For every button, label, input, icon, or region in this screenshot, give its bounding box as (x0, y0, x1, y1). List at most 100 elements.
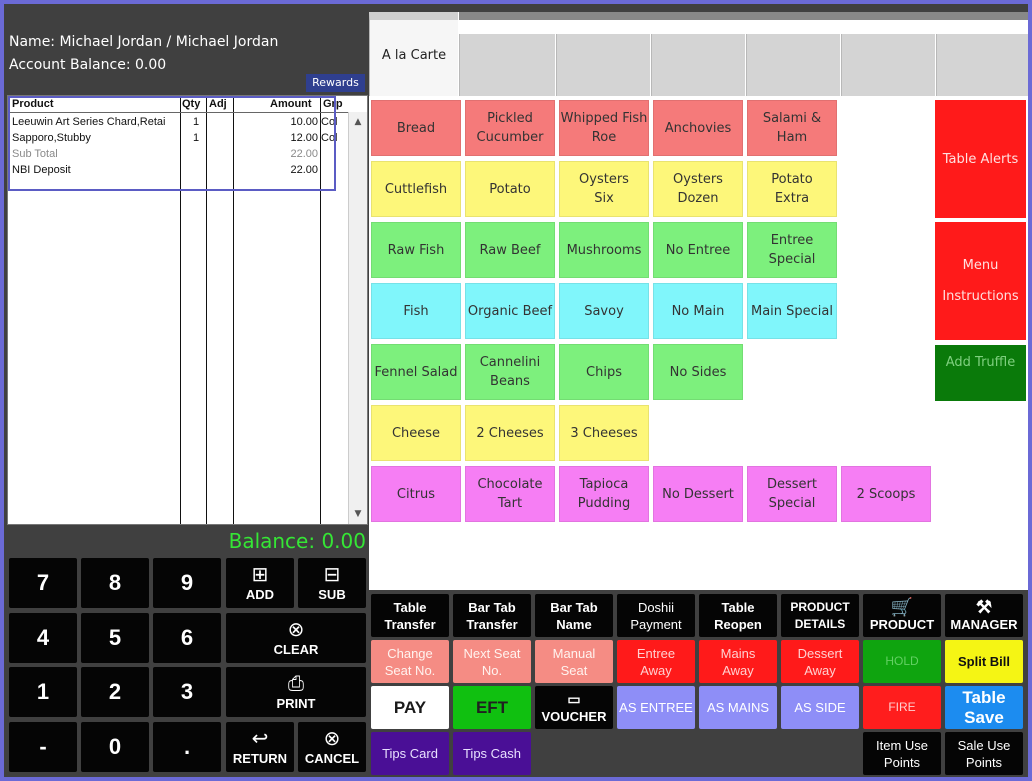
item-chocolate-tart[interactable]: Chocolate Tart (465, 466, 555, 522)
tab-empty[interactable] (459, 34, 555, 96)
mains-away-button[interactable]: Mains Away (699, 640, 777, 683)
table-reopen-button[interactable]: Table Reopen (699, 594, 777, 637)
item-dessert-special[interactable]: Dessert Special (747, 466, 837, 522)
change-seat-button[interactable]: Change Seat No. (371, 640, 449, 683)
bar-tab-name-button[interactable]: Bar Tab Name (535, 594, 613, 637)
item-fish[interactable]: Fish (371, 283, 461, 339)
item-citrus[interactable]: Citrus (371, 466, 461, 522)
item-savoy[interactable]: Savoy (559, 283, 649, 339)
voucher-button[interactable]: ▭ VOUCHER (535, 686, 613, 729)
eft-button[interactable]: EFT (453, 686, 531, 729)
item-entree-special[interactable]: Entree Special (747, 222, 837, 278)
item-cheese[interactable]: Cheese (371, 405, 461, 461)
item-cuttlefish[interactable]: Cuttlefish (371, 161, 461, 217)
hold-button[interactable]: HOLD (863, 640, 941, 683)
manager-button[interactable]: ⚒ MANAGER (945, 594, 1023, 637)
order-scrollbar[interactable]: ▲ ▼ (348, 112, 367, 524)
product-button[interactable]: 🛒 PRODUCT (863, 594, 941, 637)
key-1[interactable]: 1 (9, 667, 77, 717)
order-row[interactable]: Leeuwin Art Series Chard,Retai 1 10.00 C… (8, 115, 348, 131)
add-truffle-button[interactable]: Add Truffle (935, 345, 1026, 401)
scroll-up-icon[interactable]: ▲ (349, 114, 367, 130)
item-potato[interactable]: Potato (465, 161, 555, 217)
dessert-away-button[interactable]: Dessert Away (781, 640, 859, 683)
order-row-deposit[interactable]: NBI Deposit 22.00 (8, 163, 348, 179)
as-mains-button[interactable]: AS MAINS (699, 686, 777, 729)
pay-button[interactable]: PAY (371, 686, 449, 729)
order-row[interactable]: Sapporo,Stubby 1 12.00 Col (8, 131, 348, 147)
item-cannelini-beans[interactable]: Cannelini Beans (465, 344, 555, 400)
key-6[interactable]: 6 (153, 613, 221, 663)
order-product: Sapporo,Stubby (12, 132, 91, 144)
item-potato-extra[interactable]: Potato Extra (747, 161, 837, 217)
split-bill-button[interactable]: Split Bill (945, 640, 1023, 683)
item-salami-ham[interactable]: Salami & Ham (747, 100, 837, 156)
bar-tab-transfer-button[interactable]: Bar Tab Transfer (453, 594, 531, 637)
scroll-down-icon[interactable]: ▼ (349, 506, 367, 522)
item-raw-beef[interactable]: Raw Beef (465, 222, 555, 278)
tab-empty[interactable] (841, 34, 935, 96)
key-7[interactable]: 7 (9, 558, 77, 608)
key-minus[interactable]: - (9, 722, 77, 772)
item-three-cheeses[interactable]: 3 Cheeses (559, 405, 649, 461)
item-no-dessert[interactable]: No Dessert (653, 466, 743, 522)
item-raw-fish[interactable]: Raw Fish (371, 222, 461, 278)
sale-use-points-button[interactable]: Sale Use Points (945, 732, 1023, 775)
item-oysters-dozen[interactable]: Oysters Dozen (653, 161, 743, 217)
next-seat-button[interactable]: Next Seat No. (453, 640, 531, 683)
tips-cash-button[interactable]: Tips Cash (453, 732, 531, 775)
item-main-special[interactable]: Main Special (747, 283, 837, 339)
cancel-button[interactable]: ⊗ CANCEL (298, 722, 366, 772)
item-anchovies[interactable]: Anchovies (653, 100, 743, 156)
as-entree-button[interactable]: AS ENTREE (617, 686, 695, 729)
item-two-scoops[interactable]: 2 Scoops (841, 466, 931, 522)
item-use-points-button[interactable]: Item Use Points (863, 732, 941, 775)
table-save-button[interactable]: Table Save (945, 686, 1023, 729)
item-no-main[interactable]: No Main (653, 283, 743, 339)
doshii-payment-button[interactable]: Doshii Payment (617, 594, 695, 637)
cart-icon: 🛒 (890, 597, 914, 617)
clear-button[interactable]: ⊗ CLEAR (226, 613, 366, 663)
rewards-button[interactable]: Rewards (306, 74, 365, 92)
print-button[interactable]: ⎙ PRINT (226, 667, 366, 717)
item-mushrooms[interactable]: Mushrooms (559, 222, 649, 278)
item-tapioca-pudding[interactable]: Tapioca Pudding (559, 466, 649, 522)
as-side-button[interactable]: AS SIDE (781, 686, 859, 729)
key-3[interactable]: 3 (153, 667, 221, 717)
sub-button[interactable]: ⊟ SUB (298, 558, 366, 608)
tab-empty[interactable] (746, 34, 840, 96)
menu-instructions-button[interactable]: Menu Instructions (935, 222, 1026, 340)
key-4[interactable]: 4 (9, 613, 77, 663)
key-5[interactable]: 5 (81, 613, 149, 663)
tab-empty[interactable] (651, 34, 745, 96)
key-8[interactable]: 8 (81, 558, 149, 608)
item-two-cheeses[interactable]: 2 Cheeses (465, 405, 555, 461)
item-no-sides[interactable]: No Sides (653, 344, 743, 400)
key-2[interactable]: 2 (81, 667, 149, 717)
manual-seat-button[interactable]: Manual Seat (535, 640, 613, 683)
key-0[interactable]: 0 (81, 722, 149, 772)
item-no-entree[interactable]: No Entree (653, 222, 743, 278)
add-button[interactable]: ⊞ ADD (226, 558, 294, 608)
pos-window: Name: Michael Jordan / Michael Jordan Ac… (4, 4, 1028, 777)
item-fennel-salad[interactable]: Fennel Salad (371, 344, 461, 400)
item-bread[interactable]: Bread (371, 100, 461, 156)
tab-empty[interactable] (556, 34, 650, 96)
tab-empty[interactable] (936, 34, 1028, 96)
table-transfer-button[interactable]: Table Transfer (371, 594, 449, 637)
order-list[interactable]: Product Qty Adj Amount Grp Leeuwin Art S… (7, 95, 368, 525)
item-whipped-fish-roe[interactable]: Whipped Fish Roe (559, 100, 649, 156)
product-details-button[interactable]: PRODUCT DETAILS (781, 594, 859, 637)
table-alerts-button[interactable]: Table Alerts (935, 100, 1026, 218)
entree-away-button[interactable]: Entree Away (617, 640, 695, 683)
item-chips[interactable]: Chips (559, 344, 649, 400)
key-9[interactable]: 9 (153, 558, 221, 608)
item-oysters-six[interactable]: Oysters Six (559, 161, 649, 217)
key-dot[interactable]: . (153, 722, 221, 772)
item-organic-beef[interactable]: Organic Beef (465, 283, 555, 339)
item-pickled-cucumber[interactable]: Pickled Cucumber (465, 100, 555, 156)
fire-button[interactable]: FIRE (863, 686, 941, 729)
tips-card-button[interactable]: Tips Card (371, 732, 449, 775)
tab-a-la-carte[interactable]: A la Carte (369, 12, 458, 96)
return-button[interactable]: ↩ RETURN (226, 722, 294, 772)
